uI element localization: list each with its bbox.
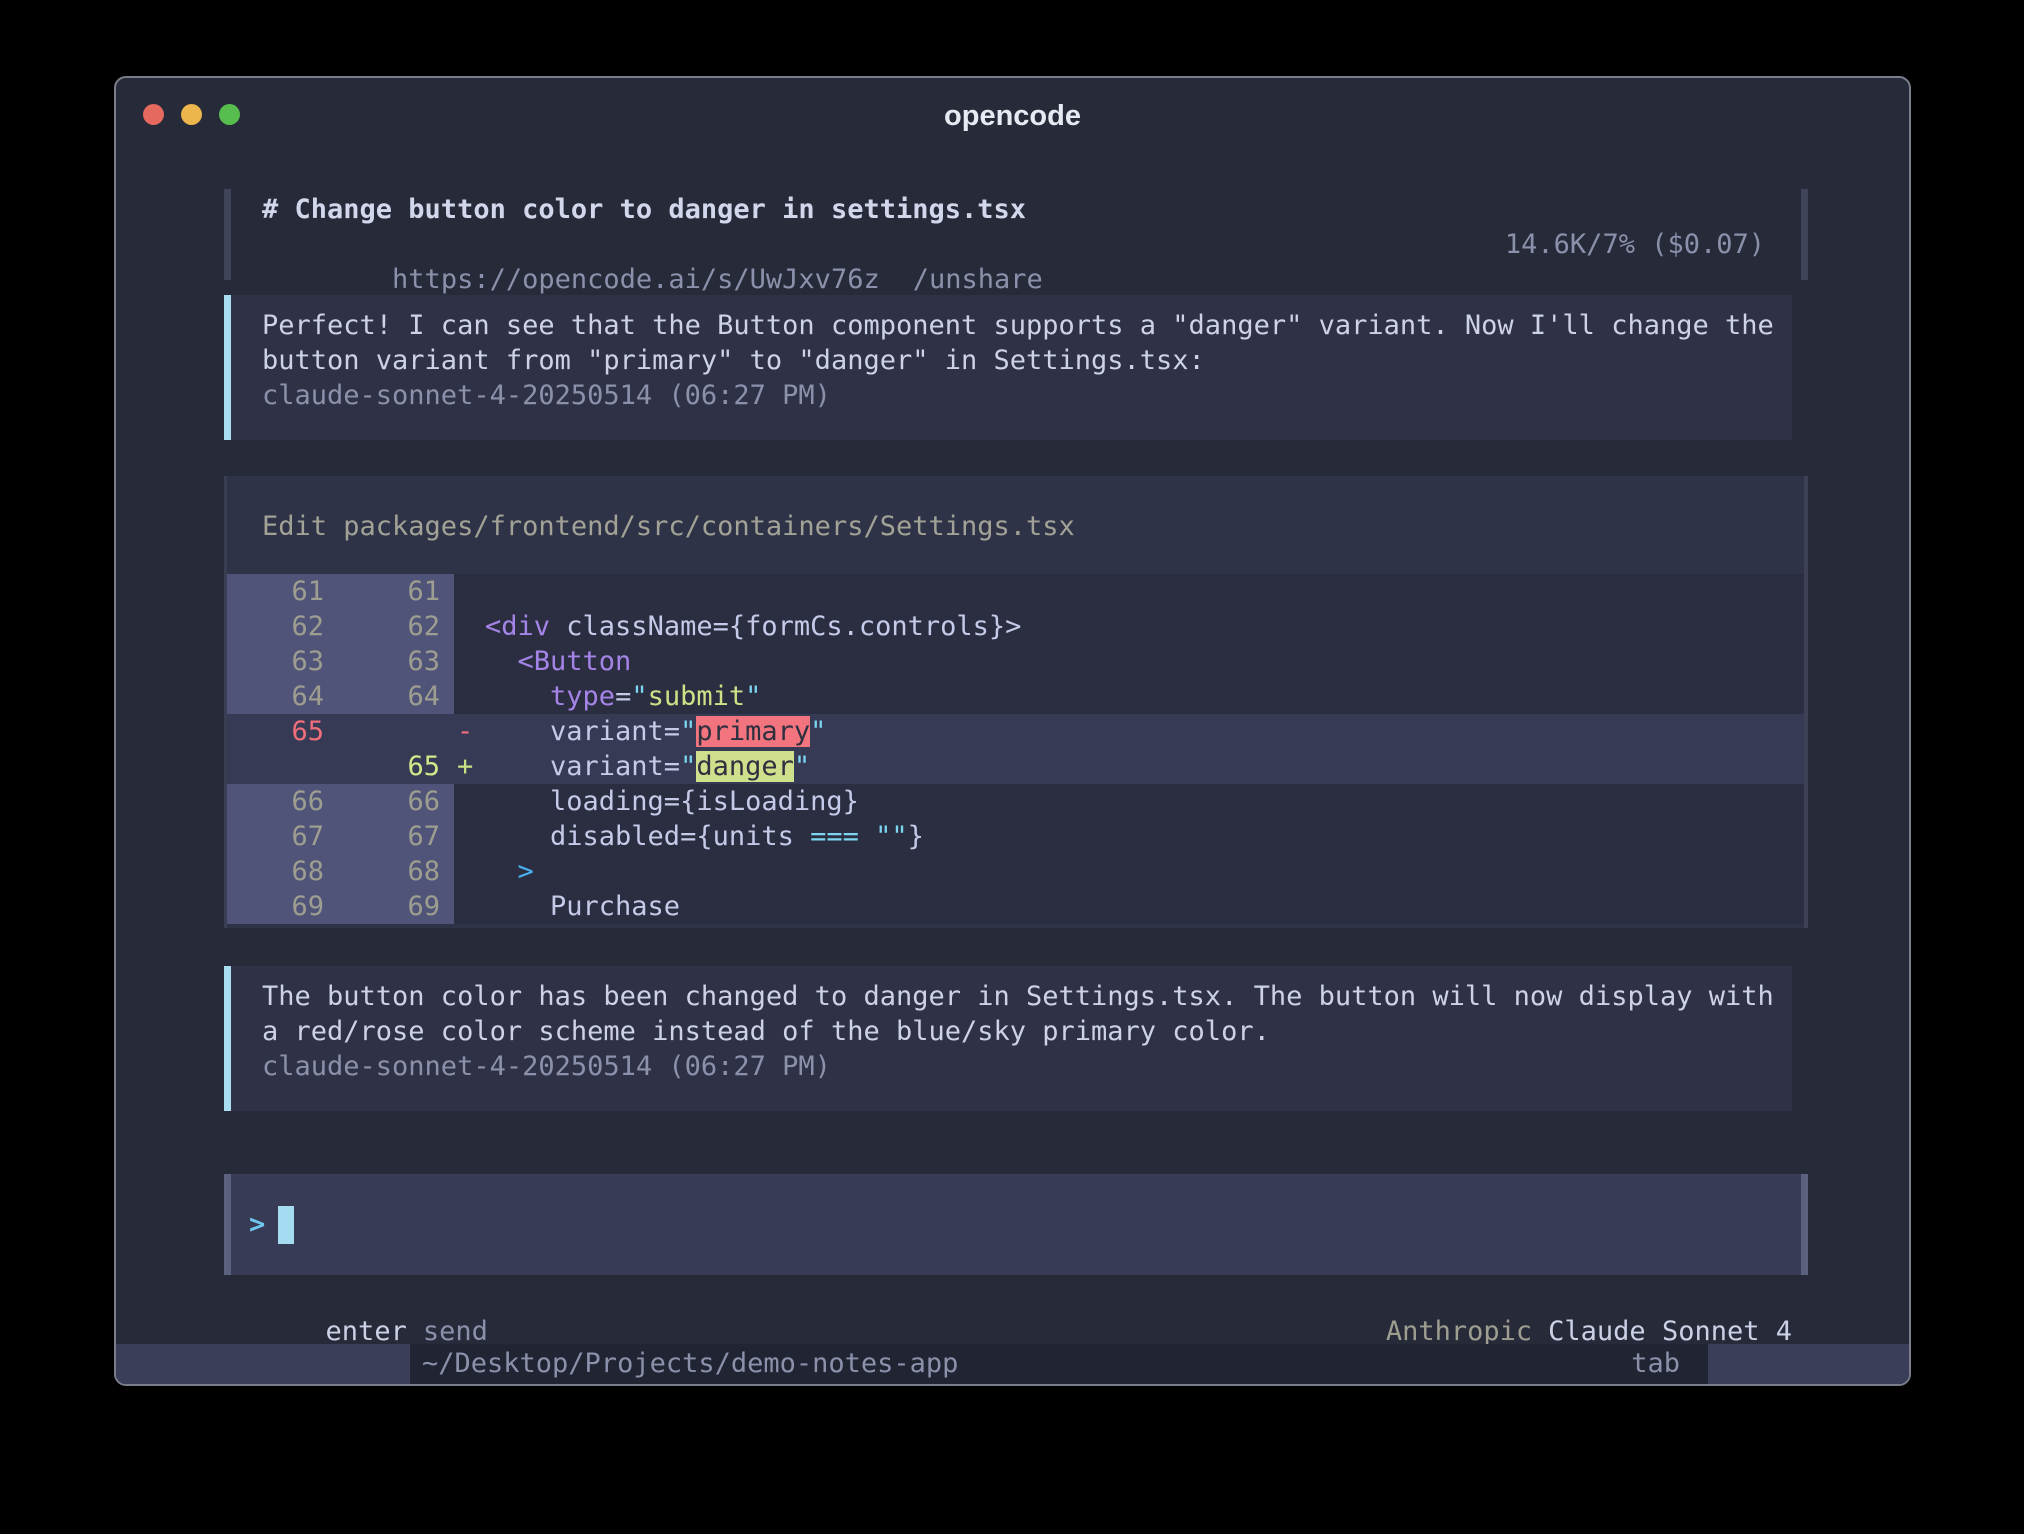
status-bar: opencodev0.3.11 ~/Desktop/Projects/demo-… [116,1344,1909,1384]
mode-chip[interactable]: BUILDMODE [1708,1344,1909,1384]
working-directory: ~/Desktop/Projects/demo-notes-app [422,1344,958,1384]
send-action-label: send [423,1316,488,1347]
code-line: disabled={units === ""} [485,819,1804,854]
diff-view: 61616262 <div className={formCs.controls}… [227,574,1804,924]
header-right-border [1801,189,1808,280]
prompt-input[interactable]: > [224,1174,1808,1275]
line-number-old: 68 [227,854,324,889]
diff-row: 6666 loading={isLoading} [227,784,1804,819]
line-number-new [324,714,440,749]
text-cursor [278,1206,294,1244]
diff-sign: + [454,749,485,784]
line-number-new: 61 [324,574,440,609]
prompt-symbol: > [249,1209,265,1240]
code-line: > [485,854,1804,889]
line-number-old: 65 [227,714,324,749]
line-number-gutter: 6767 [227,819,454,854]
diff-row: 6868 > [227,854,1804,889]
window-title: opencode [116,100,1909,133]
header-left-border [224,189,231,280]
line-number-new: 64 [324,679,440,714]
line-number-gutter: 65 [227,749,454,784]
line-number-old: 61 [227,574,324,609]
line-number-new: 65 [324,749,440,784]
line-number-gutter: 65 [227,714,454,749]
unshare-command[interactable]: /unshare [913,264,1043,295]
line-number-gutter: 6262 [227,609,454,644]
diff-row: 65 + variant="danger" [227,749,1804,784]
enter-key-hint: enter [326,1316,407,1347]
diff-row: 6262 <div className={formCs.controls}> [227,609,1804,644]
model-label: Claude Sonnet 4 [1548,1316,1792,1347]
assistant-message: Perfect! I can see that the Button compo… [224,295,1792,440]
diff-sign [454,819,485,854]
diff-row: 65 - variant="primary" [227,714,1804,749]
provider-label: Anthropic [1386,1316,1532,1347]
line-number-old: 69 [227,889,324,924]
line-number-new: 63 [324,644,440,679]
line-number-new: 68 [324,854,440,889]
message-line: a red/rose color scheme instead of the b… [262,1014,1792,1049]
line-number-gutter: 6161 [227,574,454,609]
code-line: Purchase [485,889,1804,924]
message-line: Perfect! I can see that the Button compo… [262,308,1792,343]
diff-sign [454,784,485,819]
model-meta: claude-sonnet-4-20250514 (06:27 PM) [262,378,1792,413]
share-url[interactable]: https://opencode.ai/s/UwJxv76z [392,264,880,295]
diff-row: 6161 [227,574,1804,609]
line-number-new: 62 [324,609,440,644]
line-number-gutter: 6666 [227,784,454,819]
code-line: type="submit" [485,679,1804,714]
line-number-gutter: 6868 [227,854,454,889]
message-line: button variant from "primary" to "danger… [262,343,1792,378]
diff-sign [454,644,485,679]
diff-sign [454,574,485,609]
line-number-new: 69 [324,889,440,924]
diff-sign: - [454,714,485,749]
line-number-old: 62 [227,609,324,644]
line-number-gutter: 6464 [227,679,454,714]
edit-tool-title: Edit packages/frontend/src/containers/Se… [227,476,1804,544]
line-number-gutter: 6969 [227,889,454,924]
diff-sign [454,679,485,714]
line-number-old: 67 [227,819,324,854]
line-number-new: 67 [324,819,440,854]
diff-row: 6969 Purchase [227,889,1804,924]
opencode-window: opencode # Change button color to danger… [114,76,1911,1386]
session-title: # Change button color to danger in setti… [262,192,1026,227]
code-line: variant="primary" [485,714,1804,749]
line-number-old: 64 [227,679,324,714]
line-number-old [227,749,324,784]
assistant-message: The button color has been changed to dan… [224,966,1792,1111]
code-line [485,574,1804,609]
line-number-old: 66 [227,784,324,819]
code-line: loading={isLoading} [485,784,1804,819]
diff-sign [454,609,485,644]
message-line: The button color has been changed to dan… [262,979,1792,1014]
diff-row: 6767 disabled={units === ""} [227,819,1804,854]
line-number-new: 66 [324,784,440,819]
session-header: # Change button color to danger in setti… [224,189,1808,280]
edit-tool-card: Edit packages/frontend/src/containers/Se… [224,476,1808,928]
code-line: variant="danger" [485,749,1804,784]
diff-sign [454,889,485,924]
code-line: <div className={formCs.controls}> [485,609,1804,644]
model-meta: claude-sonnet-4-20250514 (06:27 PM) [262,1049,1792,1084]
line-number-old: 63 [227,644,324,679]
diff-sign [454,854,485,889]
tab-key-hint: tab [1631,1344,1680,1384]
diff-row: 6464 type="submit" [227,679,1804,714]
diff-row: 6363 <Button [227,644,1804,679]
line-number-gutter: 6363 [227,644,454,679]
app-version-chip: opencodev0.3.11 [116,1344,410,1384]
code-line: <Button [485,644,1804,679]
